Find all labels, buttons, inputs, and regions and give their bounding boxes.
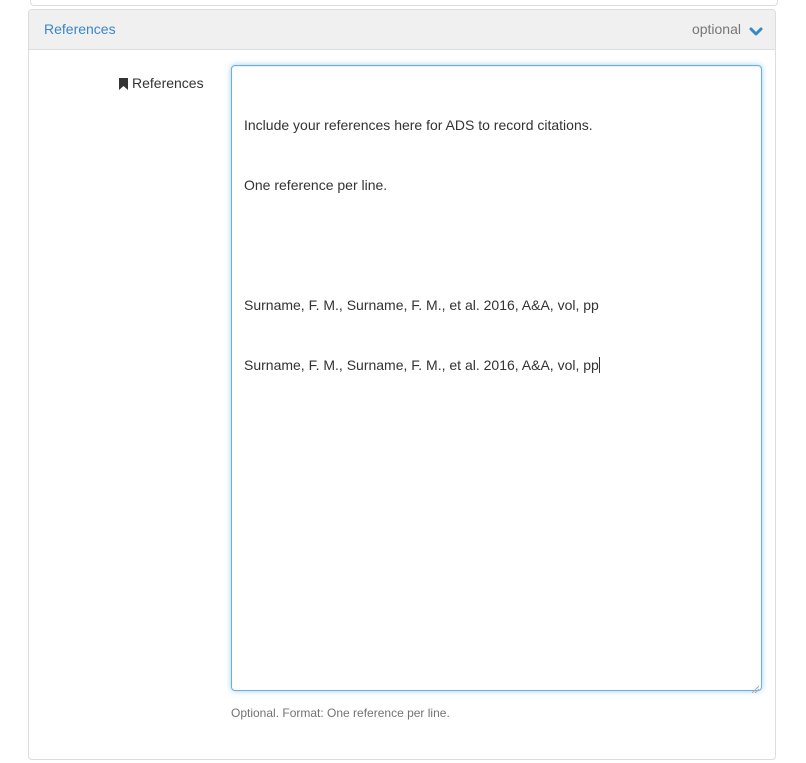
textarea-line: One reference per line.: [244, 177, 388, 193]
textarea-line: Surname, F. M., Surname, F. M., et al. 2…: [244, 297, 599, 313]
optional-label: optional: [691, 21, 741, 37]
textarea-line: Include your references here for ADS to …: [244, 117, 593, 133]
references-label-text: References: [132, 75, 204, 91]
references-panel-header[interactable]: References optional: [29, 10, 775, 50]
help-text: Optional. Format: One reference per line…: [231, 706, 450, 720]
textarea-line-last: Surname, F. M., Surname, F. M., et al. 2…: [244, 355, 749, 375]
references-label: References: [119, 75, 204, 91]
bookmark-icon: [119, 77, 128, 90]
textarea-line: [244, 235, 749, 255]
panel-status: optional: [692, 21, 763, 37]
chevron-down-icon[interactable]: [749, 24, 763, 36]
previous-panel-edge: [30, 0, 778, 6]
references-textarea-content: Include your references here for ADS to …: [244, 75, 749, 415]
references-panel: References optional References Include y…: [28, 9, 776, 760]
resize-handle-icon[interactable]: [751, 680, 760, 694]
references-textarea[interactable]: Include your references here for ADS to …: [231, 65, 762, 694]
text-caret: [598, 357, 600, 373]
textarea-line: Surname, F. M., Surname, F. M., et al. 2…: [244, 357, 599, 373]
panel-title: References: [44, 21, 116, 37]
